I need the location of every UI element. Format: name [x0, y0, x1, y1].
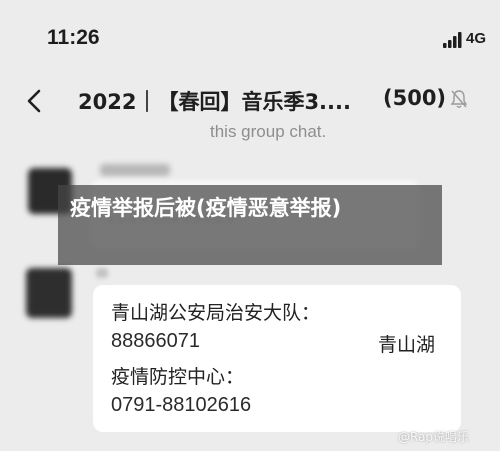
- caption-text: 疫情举报后被(疫情恶意举报): [70, 196, 342, 220]
- message-line: 青山湖: [378, 334, 436, 356]
- phone-number: 88866071: [111, 330, 200, 352]
- avatar[interactable]: [26, 268, 72, 318]
- signal-bars-icon: [443, 32, 462, 48]
- sender-name-blurred: [100, 164, 170, 176]
- message-line: 青山湖公安局治安大队：: [111, 302, 321, 324]
- chat-screen: 11:26 4G 2022｜【春回】音乐季3.... (500) this gr…: [0, 0, 500, 451]
- system-message: this group chat.: [210, 122, 327, 141]
- bell-muted-icon: [450, 90, 468, 108]
- chat-title[interactable]: 2022｜【春回】音乐季3....: [78, 86, 351, 116]
- sender-name-blurred: [96, 268, 108, 278]
- status-time: 11:26: [47, 26, 100, 49]
- message-line: 疫情防控中心：: [111, 366, 245, 388]
- member-count: (500): [383, 86, 447, 110]
- watermark: @Rap说唱乐: [398, 430, 470, 444]
- network-type: 4G: [466, 30, 487, 47]
- phone-number: 0791-88102616: [111, 394, 252, 416]
- chevron-left-icon[interactable]: [26, 89, 42, 113]
